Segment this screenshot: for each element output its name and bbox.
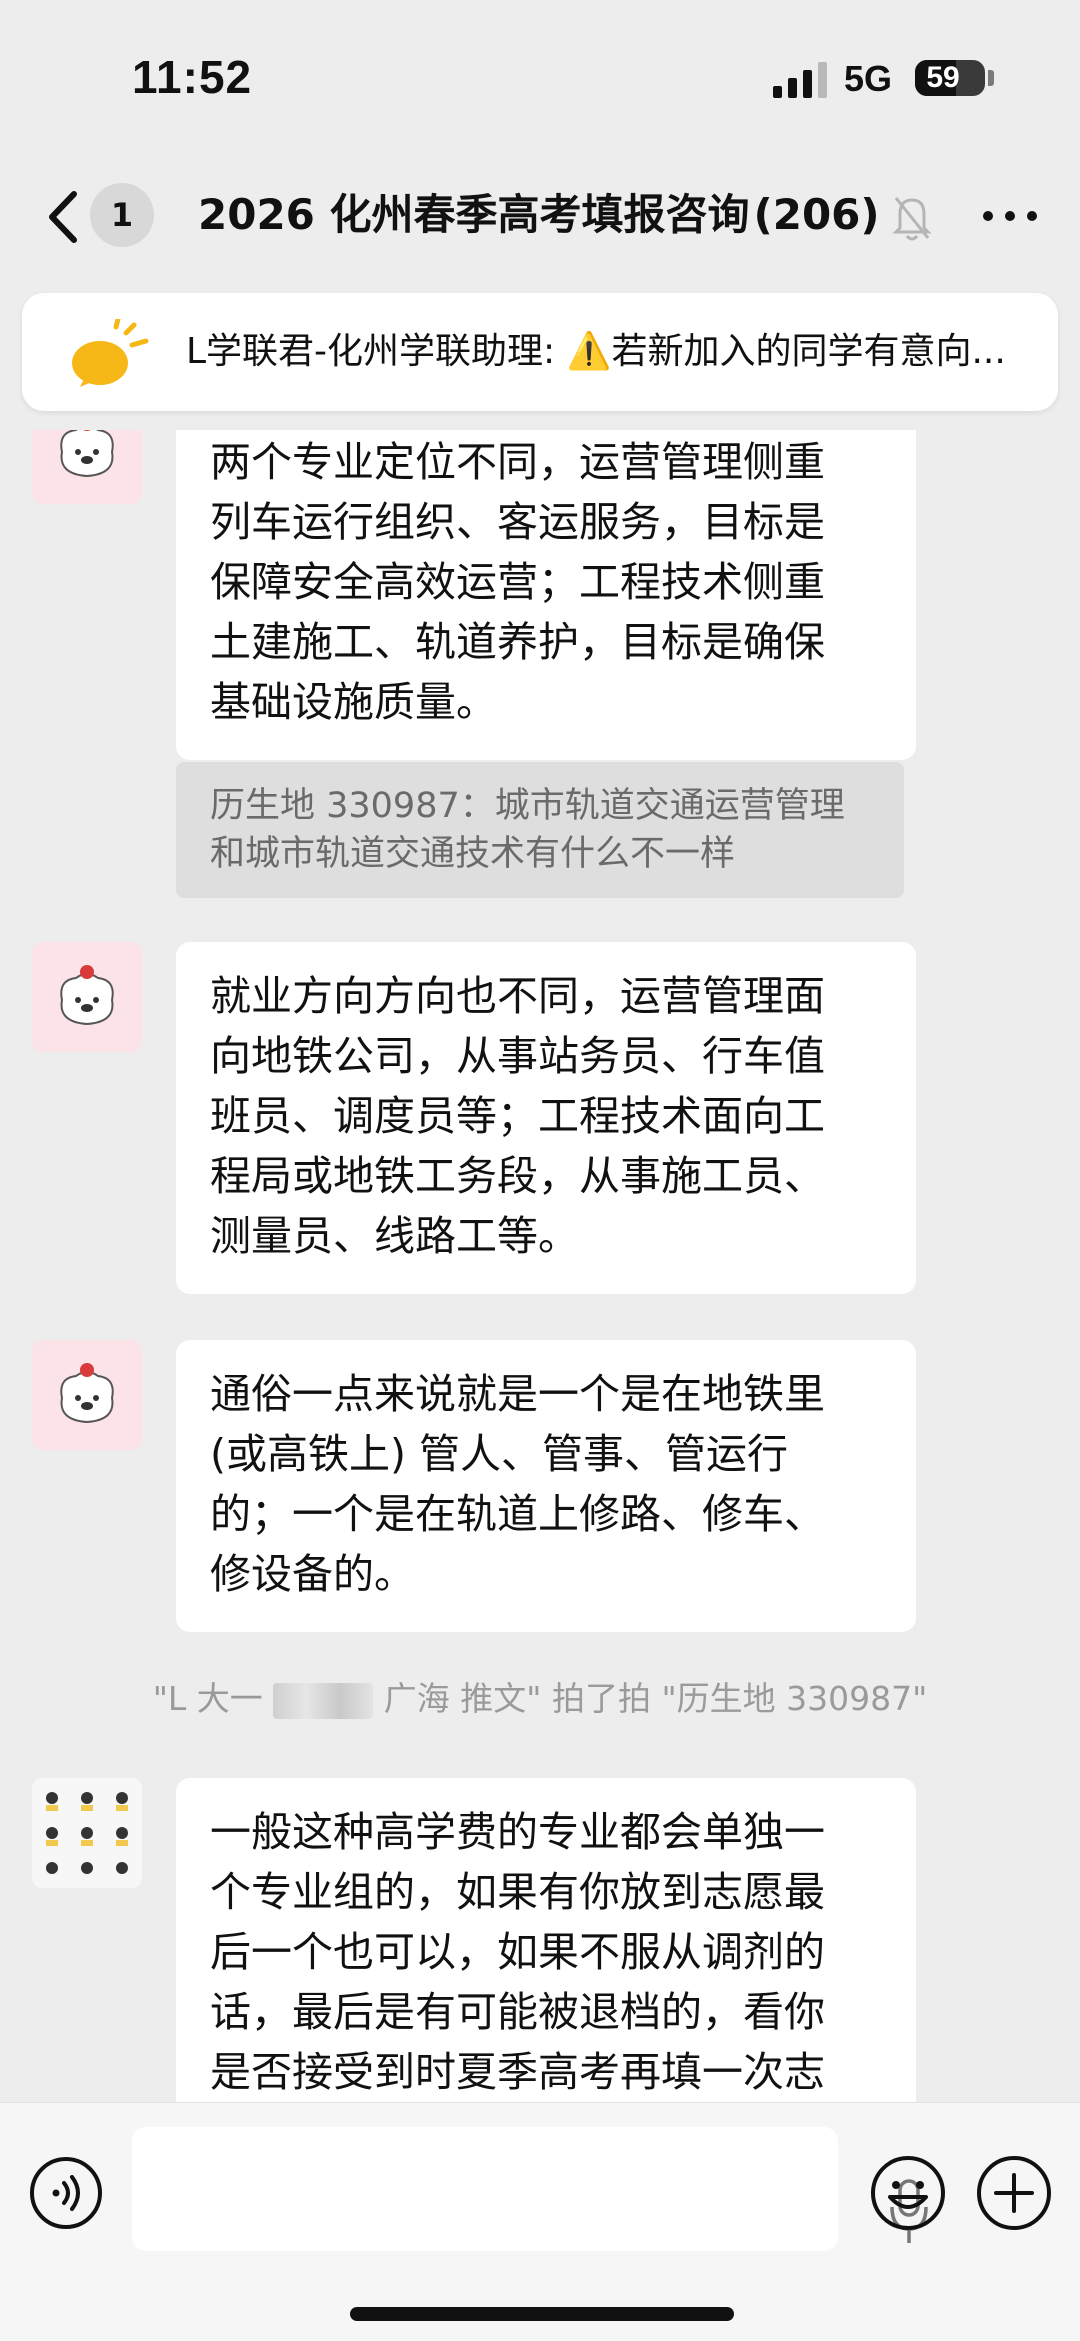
message-list[interactable]: 两个专业定位不同，运营管理侧重 列车运行组织、客运服务，目标是 保障安全高效运营… — [0, 430, 1080, 2102]
message-line: 后一个也可以，如果不服从调剂的 — [210, 1928, 825, 1976]
message-line: 就业方向方向也不同，运营管理面 — [210, 972, 825, 1020]
pat-text-end: 广海 推文" 拍了拍 "历生地 330987" — [383, 1679, 928, 1718]
network-type: 5G — [844, 58, 893, 99]
message-line: 的；一个是在轨道上修路、修车、 — [210, 1490, 825, 1538]
unread-count-badge[interactable]: 1 — [90, 183, 154, 247]
group-name: 2026 化州春季高考填报咨询 — [198, 190, 750, 239]
pinned-text: L学联君-化州学联助理: ⚠️若新加入的同学有意向... — [186, 293, 1046, 411]
quoted-message[interactable]: 历生地 330987：城市轨道交通运营管理 和城市轨道交通技术有什么不一样 — [176, 762, 904, 898]
message-line: 修设备的。 — [210, 1550, 415, 1598]
voice-icon[interactable] — [28, 2155, 104, 2231]
home-indicator — [350, 2307, 734, 2321]
signal-strength-icon — [773, 62, 831, 98]
chat-title[interactable]: 2026 化州春季高考填报咨询 (206) — [198, 180, 888, 250]
pinned-announcement[interactable]: L学联君-化州学联助理: ⚠️若新加入的同学有意向... — [22, 293, 1058, 411]
plus-icon[interactable] — [974, 2153, 1054, 2233]
battery-level: 59 — [926, 61, 960, 94]
message-line: 程局或地铁工务段，从事施工员、 — [210, 1152, 825, 1200]
message-bubble[interactable]: 两个专业定位不同，运营管理侧重 列车运行组织、客运服务，目标是 保障安全高效运营… — [176, 430, 916, 760]
quote-line: 和城市轨道交通技术有什么不一样 — [210, 834, 736, 874]
more-dots-icon[interactable] — [978, 194, 1042, 238]
speaker-icon — [64, 316, 156, 389]
pinned-message: 若新加入的同学有意向... — [611, 331, 1006, 372]
message-line: 话，最后是有可能被退档的，看你 — [210, 1988, 825, 2036]
message-line: 土建施工、轨道养护，目标是确保 — [210, 618, 825, 666]
avatar[interactable] — [32, 942, 142, 1052]
chat-header: 1 2026 化州春季高考填报咨询 (206) — [0, 160, 1080, 285]
message-bubble[interactable]: 就业方向方向也不同，运营管理面 向地铁公司，从事站务员、行车值 班员、调度员等；… — [176, 942, 916, 1294]
pinned-sender: L学联君-化州学联助理: — [186, 331, 556, 372]
member-count: (206) — [753, 190, 880, 239]
message-line: 列车运行组织、客运服务，目标是 — [210, 498, 825, 546]
status-bar: 11:52 5G 59 — [0, 0, 1080, 160]
clock: 11:52 — [132, 51, 253, 103]
pat-text-start: "L 大一 — [152, 1679, 263, 1718]
message-input[interactable] — [132, 2127, 928, 2251]
avatar[interactable] — [32, 1778, 142, 1888]
message-line: 保障安全高效运营；工程技术侧重 — [210, 558, 825, 606]
input-bar — [0, 2102, 1080, 2341]
message-line: 两个专业定位不同，运营管理侧重 — [210, 438, 825, 486]
warning-icon: ⚠️ — [566, 331, 612, 372]
quote-line: 历生地 330987：城市轨道交通运营管理 — [210, 786, 845, 826]
system-pat-message: "L 大一 广海 推文" 拍了拍 "历生地 330987" — [0, 1672, 1080, 1720]
message-bubble[interactable]: 通俗一点来说就是一个是在地铁里 (或高铁上) 管人、管事、管运行 的；一个是在轨… — [176, 1340, 916, 1632]
avatar[interactable] — [32, 430, 142, 504]
message-line: 是否接受到时夏季高考再填一次志 — [210, 2048, 825, 2096]
message-line: 通俗一点来说就是一个是在地铁里 — [210, 1370, 825, 1418]
redacted-name — [273, 1682, 374, 1719]
back-chevron-icon[interactable] — [40, 182, 90, 252]
message-line: 班员、调度员等；工程技术面向工 — [210, 1092, 825, 1140]
message-bubble[interactable]: 一般这种高学费的专业都会单独一 个专业组的，如果有你放到志愿最 后一个也可以，如… — [176, 1778, 916, 2102]
battery-cap — [988, 70, 994, 86]
avatar[interactable] — [32, 1340, 142, 1450]
message-line: 测量员、线路工等。 — [210, 1212, 579, 1260]
message-line: 个专业组的，如果有你放到志愿最 — [210, 1868, 825, 1916]
message-line: 一般这种高学费的专业都会单独一 — [210, 1808, 825, 1856]
message-line: 基础设施质量。 — [210, 678, 497, 726]
message-line: 向地铁公司，从事站务员、行车值 — [210, 1032, 825, 1080]
emoji-icon[interactable] — [868, 2153, 948, 2233]
message-line: (或高铁上) 管人、管事、管运行 — [210, 1430, 789, 1478]
battery-icon: 59 — [915, 60, 985, 96]
bell-off-icon — [890, 190, 934, 244]
